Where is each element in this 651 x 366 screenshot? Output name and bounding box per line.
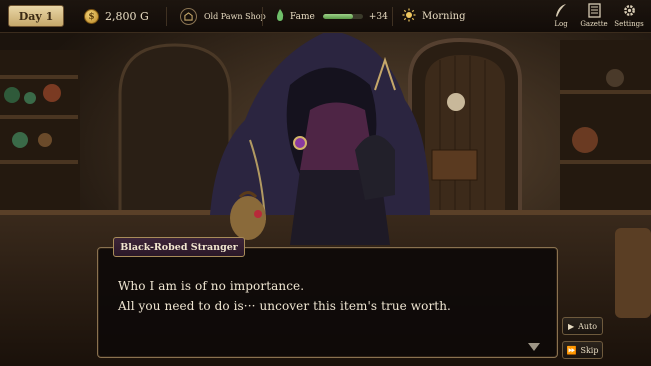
hud-divider [262, 7, 263, 26]
auto-button[interactable]: ▶ Auto [562, 317, 603, 335]
fame-label: Fame [290, 11, 315, 22]
settings-label: Settings [614, 20, 644, 28]
skip-label: Skip [580, 345, 599, 355]
coin-icon: $ [84, 9, 99, 24]
time-of-day-display: Morning [402, 0, 466, 33]
fame-delta: +34 [368, 11, 388, 22]
fame-progress-bar [322, 14, 363, 19]
fame-display: Fame +34 [275, 0, 388, 33]
shop-icon [180, 8, 197, 25]
hud-divider [392, 7, 393, 26]
dialogue-line: All you need to do is··· uncover this it… [118, 299, 451, 313]
gear-icon [623, 5, 635, 16]
log-button[interactable]: Log [546, 3, 576, 31]
quill-icon [556, 4, 566, 17]
skip-button[interactable]: ⏩ Skip [562, 341, 603, 359]
fame-progress-fill [322, 14, 353, 19]
newspaper-icon [587, 3, 601, 18]
flame-icon [275, 8, 285, 25]
dialogue-line: Who I am is of no importance. [118, 279, 305, 293]
time-of-day: Morning [422, 11, 466, 22]
shop-name: Old Pawn Shop [204, 12, 266, 21]
speaker-nameplate: Black-Robed Stranger [113, 237, 245, 257]
gazette-button[interactable]: Gazette [579, 3, 609, 31]
gazette-label: Gazette [580, 20, 608, 28]
settings-button[interactable]: Settings [614, 3, 644, 31]
play-icon: ▶ [567, 321, 575, 331]
log-label: Log [554, 20, 568, 28]
auto-label: Auto [578, 321, 598, 331]
fast-forward-icon: ⏩ [566, 345, 577, 355]
triangle-down-icon[interactable] [528, 343, 540, 351]
day-badge: Day 1 [8, 5, 64, 27]
shop-name-display: Old Pawn Shop [180, 0, 266, 33]
hud-divider [166, 7, 167, 26]
sun-icon [402, 8, 416, 25]
top-hud: Day 1 $ 2,800 G Old Pawn Shop Fame +34 M… [0, 0, 651, 33]
gold-display: $ 2,800 G [84, 0, 149, 33]
gold-amount: 2,800 G [105, 10, 149, 23]
dialogue-box[interactable]: Who I am is of no importance. All you ne… [97, 247, 558, 358]
